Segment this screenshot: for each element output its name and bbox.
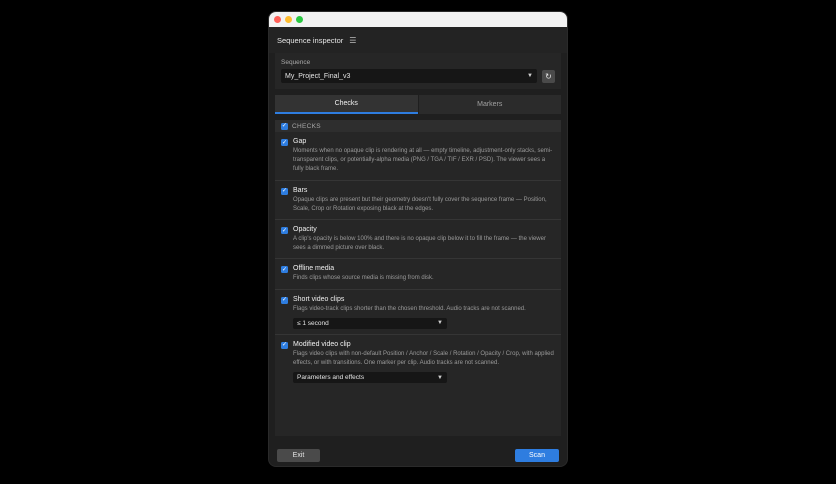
- check-item-opacity: ✓ Opacity A clip's opacity is below 100%…: [275, 220, 561, 260]
- window-close-button[interactable]: [274, 16, 281, 23]
- gap-checkbox[interactable]: ✓: [281, 139, 288, 146]
- tab-bar: Checks Markers: [275, 95, 561, 114]
- check-item-title: Gap: [293, 138, 307, 145]
- footer-bar: Exit Scan: [269, 444, 567, 466]
- scan-button[interactable]: Scan: [515, 448, 559, 462]
- window-maximize-button[interactable]: [296, 16, 303, 23]
- window-minimize-button[interactable]: [285, 16, 292, 23]
- check-item-modified-video-clip: ✓ Modified video clip Flags video clips …: [275, 335, 561, 388]
- check-item-title: Short video clips: [293, 295, 345, 303]
- check-item-title: Offline media: [293, 265, 335, 273]
- modification-type-dropdown[interactable]: Parameters and effects ▼: [293, 372, 447, 384]
- modification-dropdown-value: Parameters and effects: [297, 374, 365, 382]
- check-item-title: Modified video clip: [293, 340, 351, 348]
- chevron-down-icon: ▼: [437, 374, 443, 381]
- check-item-description: Finds clips whose source media is missin…: [293, 275, 434, 282]
- checks-select-all-checkbox[interactable]: ✓: [281, 122, 288, 130]
- check-item-description: Flags video clips with non-default Posit…: [293, 350, 554, 367]
- check-item-title: Opacity: [293, 226, 317, 234]
- threshold-dropdown-value: ≤ 1 second: [297, 319, 329, 327]
- offline-media-checkbox[interactable]: ✓: [281, 266, 288, 274]
- check-item-description: Flags video-track clips shorter than the…: [293, 305, 526, 312]
- checks-header-label: CHECKS: [292, 122, 321, 130]
- panel-title: Sequence inspector: [277, 35, 344, 45]
- refresh-icon: ↻: [545, 71, 552, 81]
- window-titlebar: [269, 12, 567, 27]
- tab-checks[interactable]: Checks: [275, 95, 418, 114]
- sequence-dropdown[interactable]: My_Project_Final_v3 ▼: [281, 69, 537, 83]
- opacity-checkbox[interactable]: ✓: [281, 227, 288, 235]
- check-item-gap: ✓ Gap Moments when no opaque clip is ren…: [275, 132, 561, 181]
- sequence-inspector-window: Sequence inspector ☰ Sequence My_Project…: [269, 12, 567, 466]
- check-item-offline-media: ✓ Offline media Finds clips whose source…: [275, 259, 561, 290]
- panel-header: Sequence inspector ☰: [269, 27, 567, 53]
- modified-video-clip-checkbox[interactable]: ✓: [281, 341, 288, 349]
- check-item-title: Bars: [293, 186, 308, 194]
- panel-menu-icon[interactable]: ☰: [349, 36, 356, 45]
- checks-header: ✓ CHECKS: [275, 120, 561, 132]
- tab-markers[interactable]: Markers: [418, 95, 561, 114]
- sequence-dropdown-value: My_Project_Final_v3: [285, 72, 351, 80]
- check-item-description: Moments when no opaque clip is rendering…: [293, 148, 553, 173]
- check-item-description: A clip's opacity is below 100% and there…: [293, 236, 546, 252]
- chevron-down-icon: ▼: [527, 73, 533, 79]
- sequence-label: Sequence: [281, 59, 311, 66]
- checks-panel: ✓ CHECKS ✓ Gap Moments when no opaque cl…: [275, 120, 561, 436]
- bars-checkbox[interactable]: ✓: [281, 187, 288, 195]
- short-clip-threshold-dropdown[interactable]: ≤ 1 second ▼: [293, 317, 447, 329]
- chevron-down-icon: ▼: [437, 320, 443, 327]
- short-video-clips-checkbox[interactable]: ✓: [281, 296, 288, 304]
- exit-button[interactable]: Exit: [277, 448, 320, 462]
- refresh-button[interactable]: ↻: [542, 69, 555, 83]
- check-item-bars: ✓ Bars Opaque clips are present but thei…: [275, 181, 561, 221]
- check-item-short-video-clips: ✓ Short video clips Flags video-track cl…: [275, 290, 561, 335]
- check-item-description: Opaque clips are present but their geome…: [293, 196, 547, 212]
- sequence-section: Sequence My_Project_Final_v3 ▼ ↻: [275, 53, 561, 89]
